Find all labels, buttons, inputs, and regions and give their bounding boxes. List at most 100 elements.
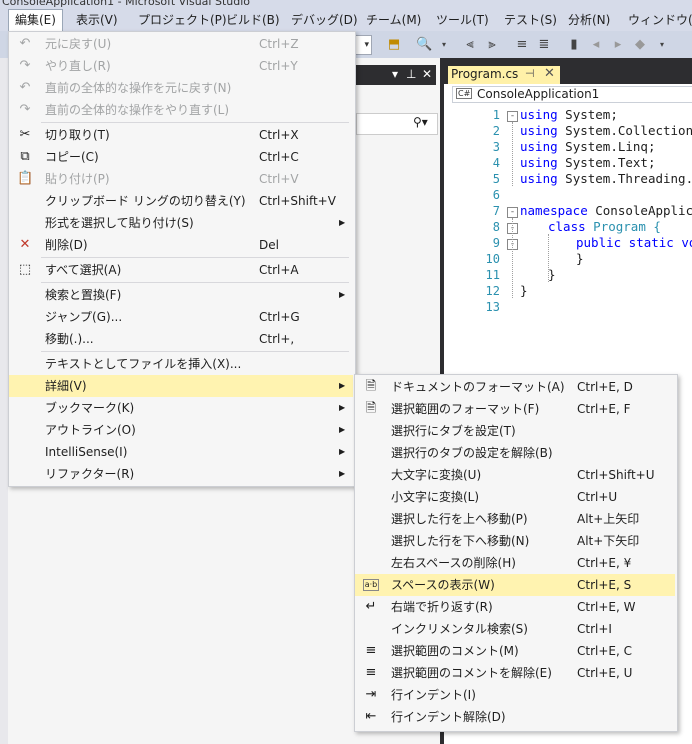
clear-bookmarks-icon[interactable]: ◆ <box>632 37 648 53</box>
edit-menu-item[interactable]: ⬚ すべて選択(A) Ctrl+A <box>9 259 353 281</box>
paste-icon: 📋 <box>17 171 34 186</box>
advanced-menu-item[interactable]: 🗎 選択範囲のフォーマット(F) Ctrl+E, F <box>355 398 675 420</box>
find-icon[interactable]: 🔍 <box>416 37 432 53</box>
code-line[interactable]: using System.Collections. <box>520 123 692 138</box>
find-dropdown-icon[interactable]: ▾ <box>436 37 452 53</box>
advanced-menu-item[interactable]: ≡ 選択範囲のコメント(M) Ctrl+E, C <box>355 640 675 662</box>
menu-team[interactable]: チーム(M) <box>360 9 427 31</box>
advanced-menu-item[interactable]: 選択した行を上へ移動(P) Alt+上矢印 <box>355 508 675 530</box>
code-line[interactable]: } <box>548 267 556 282</box>
align-right-icon[interactable]: ⫸ <box>484 37 500 53</box>
edit-menu-item[interactable]: 移動(.)... Ctrl+, <box>9 328 353 350</box>
line-number: 5 <box>492 172 500 186</box>
window-title: ConsoleApplication1 - Microsoft Visual S… <box>2 0 251 8</box>
advanced-menu-item[interactable]: 選択行のタブの設定を解除(B) <box>355 442 675 464</box>
menu-test[interactable]: テスト(S) <box>498 9 563 31</box>
fold-toggle-icon[interactable]: - <box>507 207 518 218</box>
menu-analyze[interactable]: 分析(N) <box>562 9 616 31</box>
edit-menu-item[interactable]: 📋 貼り付け(P) Ctrl+V <box>9 168 353 190</box>
code-line[interactable]: public static voi <box>576 235 692 250</box>
menu-item-shortcut: Ctrl+U <box>577 490 618 504</box>
advanced-menu-item[interactable]: 選択行にタブを設定(T) <box>355 420 675 442</box>
advanced-menu-item[interactable]: ↵ 右端で折り返す(R) Ctrl+E, W <box>355 596 675 618</box>
menu-item-label: テキストとしてファイルを挿入(X)... <box>45 357 242 371</box>
uncomment-toolbar-icon[interactable]: ≣ <box>536 37 552 53</box>
edit-menu-item[interactable]: ↷ やり直し(R) Ctrl+Y <box>9 55 353 77</box>
edit-menu-item[interactable]: ✕ 削除(D) Del <box>9 234 353 256</box>
menu-build[interactable]: ビルド(B) <box>220 9 286 31</box>
close-icon[interactable]: ✕ <box>422 67 432 81</box>
tab-program-cs[interactable]: Program.cs ⊣ ✕ <box>448 66 560 84</box>
dropdown-icon[interactable]: ▾ <box>392 67 398 81</box>
line-number: 7 <box>492 204 500 218</box>
menu-separator <box>41 282 349 283</box>
edit-menu-item[interactable]: ⧉ コピー(C) Ctrl+C <box>9 146 353 168</box>
edit-menu-item[interactable]: クリップボード リングの切り替え(Y) Ctrl+Shift+V <box>9 190 353 212</box>
edit-menu-item[interactable]: テキストとしてファイルを挿入(X)... <box>9 353 353 375</box>
code-line[interactable]: using System.Linq; <box>520 139 655 154</box>
advanced-menu-item[interactable]: ≡ 選択範囲のコメントを解除(E) Ctrl+E, U <box>355 662 675 684</box>
pin-icon[interactable]: ⊣ <box>525 67 535 80</box>
advanced-menu-item[interactable]: ⇤ 行インデント解除(D) <box>355 706 675 728</box>
edit-menu-item[interactable]: 詳細(V) ▶ <box>9 375 353 397</box>
edit-menu-item[interactable]: ジャンプ(G)... Ctrl+G <box>9 306 353 328</box>
edit-menu-item[interactable]: アウトライン(O) ▶ <box>9 419 353 441</box>
advanced-menu-item[interactable]: a·b スペースの表示(W) Ctrl+E, S <box>355 574 675 596</box>
advanced-menu-item[interactable]: 大文字に変換(U) Ctrl+Shift+U <box>355 464 675 486</box>
edit-menu-item[interactable]: 検索と置換(F) ▶ <box>9 284 353 306</box>
edit-menu-item[interactable]: ↷ 直前の全体的な操作をやり直す(L) <box>9 99 353 121</box>
menu-project[interactable]: プロジェクト(P) <box>132 9 233 31</box>
menu-item-label: IntelliSense(I) <box>45 445 128 459</box>
code-line[interactable]: } <box>520 283 528 298</box>
menu-debug[interactable]: デバッグ(D) <box>285 9 364 31</box>
advanced-menu-item[interactable]: ⇥ 行インデント(I) <box>355 684 675 706</box>
title-bar: ConsoleApplication1 - Microsoft Visual S… <box>0 0 692 9</box>
menu-view[interactable]: 表示(V) <box>70 9 124 31</box>
edit-menu-item[interactable]: IntelliSense(I) ▶ <box>9 441 353 463</box>
menu-window[interactable]: ウィンドウ(W) <box>622 9 692 31</box>
comment-toolbar-icon[interactable]: ≡ <box>514 37 530 53</box>
undo-icon: ↶ <box>19 36 31 51</box>
comment-icon: ≡ <box>365 643 377 658</box>
code-line[interactable]: class Program { <box>548 219 661 234</box>
submenu-arrow-icon: ▶ <box>339 447 346 456</box>
close-tab-icon[interactable]: ✕ <box>544 66 555 81</box>
advanced-menu-item[interactable]: 小文字に変換(L) Ctrl+U <box>355 486 675 508</box>
advanced-menu-item[interactable]: 左右スペースの削除(H) Ctrl+E, ¥ <box>355 552 675 574</box>
advanced-menu-item[interactable]: 選択した行を下へ移動(N) Alt+下矢印 <box>355 530 675 552</box>
menu-edit[interactable]: 編集(E) <box>8 9 63 31</box>
edit-menu-item[interactable]: リファクター(R) ▶ <box>9 463 353 485</box>
menu-item-label: 選択範囲のフォーマット(F) <box>391 402 540 416</box>
line-number: 3 <box>492 140 500 154</box>
find-files-icon[interactable]: ⬒ <box>386 37 402 53</box>
edit-menu-item[interactable]: ✂ 切り取り(T) Ctrl+X <box>9 124 353 146</box>
pin-icon[interactable]: ⊥ <box>406 67 416 81</box>
fold-toggle-icon[interactable]: - <box>507 111 518 122</box>
code-line[interactable]: using System.Text; <box>520 155 655 170</box>
menu-item-label: 行インデント(I) <box>391 688 476 702</box>
toolbar-overflow-icon[interactable]: ▾ <box>654 37 670 53</box>
next-bookmark-icon[interactable]: ▸ <box>610 37 626 53</box>
edit-menu-item[interactable]: ↶ 直前の全体的な操作を元に戻す(N) <box>9 77 353 99</box>
prev-bookmark-icon[interactable]: ◂ <box>588 37 604 53</box>
align-left-icon[interactable]: ⫷ <box>462 37 478 53</box>
menu-item-label: ジャンプ(G)... <box>45 310 123 324</box>
edit-menu-item[interactable]: ブックマーク(K) ▶ <box>9 397 353 419</box>
line-number: 4 <box>492 156 500 170</box>
menu-item-label: ブックマーク(K) <box>45 401 135 415</box>
edit-menu-item[interactable]: ↶ 元に戻す(U) Ctrl+Z <box>9 33 353 55</box>
advanced-menu-item[interactable]: 🗎 ドキュメントのフォーマット(A) Ctrl+E, D <box>355 376 675 398</box>
project-combo[interactable]: C# ConsoleApplication1 <box>452 86 692 103</box>
code-line[interactable]: } <box>576 251 584 266</box>
redo-icon: ↷ <box>19 58 31 73</box>
code-line[interactable]: using System; <box>520 107 618 122</box>
solution-search-input[interactable]: ⚲▾ <box>356 113 438 135</box>
code-line[interactable]: namespace ConsoleApplicat <box>520 203 692 218</box>
line-number: 2 <box>492 124 500 138</box>
bookmark-icon[interactable]: ▮ <box>566 37 582 53</box>
menu-item-shortcut: Ctrl+X <box>259 128 299 142</box>
menu-tools[interactable]: ツール(T) <box>430 9 495 31</box>
code-line[interactable]: using System.Threading.Ta <box>520 171 692 186</box>
edit-menu-item[interactable]: 形式を選択して貼り付け(S) ▶ <box>9 212 353 234</box>
advanced-menu-item[interactable]: インクリメンタル検索(S) Ctrl+I <box>355 618 675 640</box>
